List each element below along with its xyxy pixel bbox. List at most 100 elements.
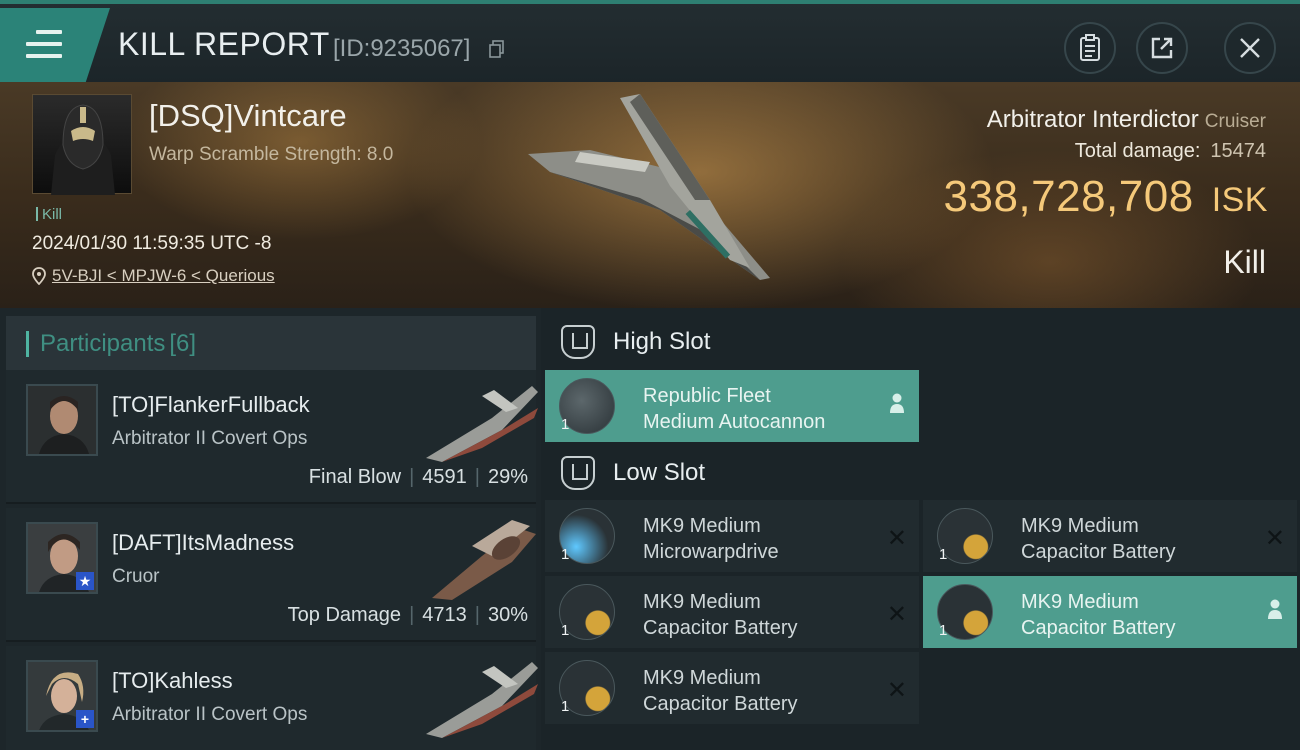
module-capacitor-battery[interactable]: 1 MK9 Medium Capacitor Battery ✕: [545, 652, 919, 724]
star-badge-icon: ★: [76, 572, 94, 590]
hamburger-icon: [26, 30, 62, 58]
pilot-face-image: [28, 386, 96, 454]
kill-result: Kill: [1223, 244, 1266, 280]
share-icon: [1151, 37, 1173, 59]
participant-ship: Arbitrator II Covert Ops: [112, 428, 308, 449]
ship-render: [528, 94, 770, 280]
participant-ship-image: [426, 386, 538, 462]
title-bar: KILL REPORT [ID:9235067]: [0, 0, 1300, 82]
module-name-line1: Republic Fleet: [643, 385, 771, 407]
module-name-line2: Capacitor Battery: [1021, 617, 1176, 639]
kill-tag: Kill: [36, 206, 62, 223]
close-button[interactable]: [1224, 22, 1276, 74]
participants-count: [6]: [169, 330, 197, 357]
participant-row[interactable]: [TO]FlankerFullback Arbitrator II Covert…: [6, 370, 538, 504]
kill-location[interactable]: 5V-BJI < MPJW-6 < Querious: [32, 266, 275, 286]
clipboard-button[interactable]: [1064, 22, 1116, 74]
participant-avatar: [26, 384, 98, 456]
clipboard-icon: [1080, 34, 1100, 61]
destroyed-x-icon: ✕: [886, 677, 907, 704]
module-capacitor-battery[interactable]: 1 MK9 Medium Capacitor Battery ✕: [923, 500, 1297, 572]
destroyed-x-icon: ✕: [886, 525, 907, 552]
module-qty: 1: [939, 546, 948, 563]
participant-ship: Arbitrator II Covert Ops: [112, 704, 308, 725]
participant-damage: 4713: [422, 604, 467, 626]
participant-damage: 4591: [422, 466, 467, 488]
victim-banner: [DSQ]Vintcare Warp Scramble Strength: 8.…: [0, 82, 1300, 308]
participant-name[interactable]: [DAFT]ItsMadness: [112, 530, 294, 556]
share-button[interactable]: [1136, 22, 1188, 74]
close-icon: [1240, 38, 1260, 58]
module-name-line2: Capacitor Battery: [643, 617, 798, 639]
location-link[interactable]: 5V-BJI < MPJW-6 < Querious: [52, 266, 275, 286]
victim-ship[interactable]: Arbitrator Interdictor Cruiser: [987, 106, 1266, 134]
participant-ship-image: [426, 662, 538, 738]
low-slot-header: Low Slot: [561, 449, 705, 497]
module-name-line2: Medium Autocannon: [643, 411, 826, 433]
participant-stats: Top Damage | 4713 | 30%: [287, 604, 528, 626]
participant-row[interactable]: ★ [DAFT]ItsMadness Cruor Top Damage | 4713…: [6, 508, 536, 642]
isk-unit: ISK: [1211, 181, 1268, 219]
module-name-line1: MK9 Medium: [643, 667, 761, 689]
ship-name: Arbitrator Interdictor: [986, 106, 1199, 133]
participants-header: Participants [6]: [6, 316, 536, 372]
module-name: MK9 Medium Microwarpdrive: [643, 513, 779, 565]
low-slot-label: Low Slot: [613, 459, 706, 486]
module-name: MK9 Medium Capacitor Battery: [1021, 589, 1176, 641]
participant-avatar: ★: [26, 522, 98, 594]
ship-class: Cruiser: [1204, 111, 1266, 132]
participants-label: Participants: [40, 330, 166, 357]
participant-role: Final Blow: [308, 466, 402, 488]
participant-name[interactable]: [TO]FlankerFullback: [112, 392, 310, 418]
module-name-line2: Microwarpdrive: [643, 541, 779, 563]
module-republic-fleet-autocannon[interactable]: 1 Republic Fleet Medium Autocannon: [545, 370, 919, 442]
participant-avatar: +: [26, 660, 98, 732]
module-qty: 1: [939, 622, 948, 639]
total-damage-label: Total damage:: [1074, 140, 1201, 162]
copy-icon[interactable]: [489, 40, 505, 58]
slot-icon: [561, 325, 595, 359]
high-slot-label: High Slot: [613, 328, 711, 355]
module-qty: 1: [561, 622, 570, 639]
report-id: [ID:9235067]: [333, 35, 471, 62]
slot-icon: [561, 456, 595, 490]
destroyed-x-icon: ✕: [886, 601, 907, 628]
module-name: MK9 Medium Capacitor Battery: [1021, 513, 1176, 565]
module-name-line1: MK9 Medium: [643, 515, 761, 537]
module-qty: 1: [561, 546, 570, 563]
module-name-line2: Capacitor Battery: [1021, 541, 1176, 563]
warp-scramble-strength: Warp Scramble Strength: 8.0: [149, 144, 394, 165]
participant-row[interactable]: + [TO]Kahless Arbitrator II Covert Ops: [6, 646, 538, 750]
module-name: MK9 Medium Capacitor Battery: [643, 665, 798, 717]
victim-pilot-name[interactable]: [DSQ]Vintcare: [149, 98, 347, 134]
high-slot-header: High Slot: [561, 318, 710, 366]
participants-panel: Participants [6] [TO]FlankerFullback Arbi…: [0, 308, 541, 750]
module-name: MK9 Medium Capacitor Battery: [643, 589, 798, 641]
module-qty: 1: [561, 416, 570, 433]
module-name-line1: MK9 Medium: [1021, 591, 1139, 613]
participant-stats: Final Blow | 4591 | 29%: [308, 466, 528, 488]
kill-datetime: 2024/01/30 11:59:35 UTC -8: [32, 233, 272, 254]
victim-portrait[interactable]: [32, 94, 132, 195]
pilot-helmet-image: [51, 104, 115, 195]
menu-button[interactable]: [0, 8, 110, 82]
module-microwarpdrive[interactable]: 1 MK9 Medium Microwarpdrive ✕: [545, 500, 919, 572]
isk-amount: 338,728,708: [943, 172, 1194, 221]
plus-badge-icon: +: [76, 710, 94, 728]
module-name: Republic Fleet Medium Autocannon: [643, 383, 825, 435]
module-capacitor-battery[interactable]: 1 MK9 Medium Capacitor Battery ✕: [545, 576, 919, 648]
participant-percent: 30%: [487, 604, 528, 626]
module-qty: 1: [561, 698, 570, 715]
module-name-line1: MK9 Medium: [1021, 515, 1139, 537]
page-title: KILL REPORT: [118, 26, 330, 62]
total-damage: Total damage: 15474: [1075, 140, 1266, 163]
participant-name[interactable]: [TO]Kahless: [112, 668, 233, 694]
participant-ship-image: [432, 520, 536, 600]
fittings-panel: High Slot 1 Republic Fleet Medium Autoca…: [541, 308, 1300, 750]
module-capacitor-battery-dropped[interactable]: 1 MK9 Medium Capacitor Battery: [923, 576, 1297, 648]
module-name-line1: MK9 Medium: [643, 591, 761, 613]
participant-percent: 29%: [487, 466, 528, 488]
person-icon: [1268, 599, 1282, 619]
participant-ship: Cruor: [112, 566, 160, 587]
person-icon: [890, 393, 904, 413]
